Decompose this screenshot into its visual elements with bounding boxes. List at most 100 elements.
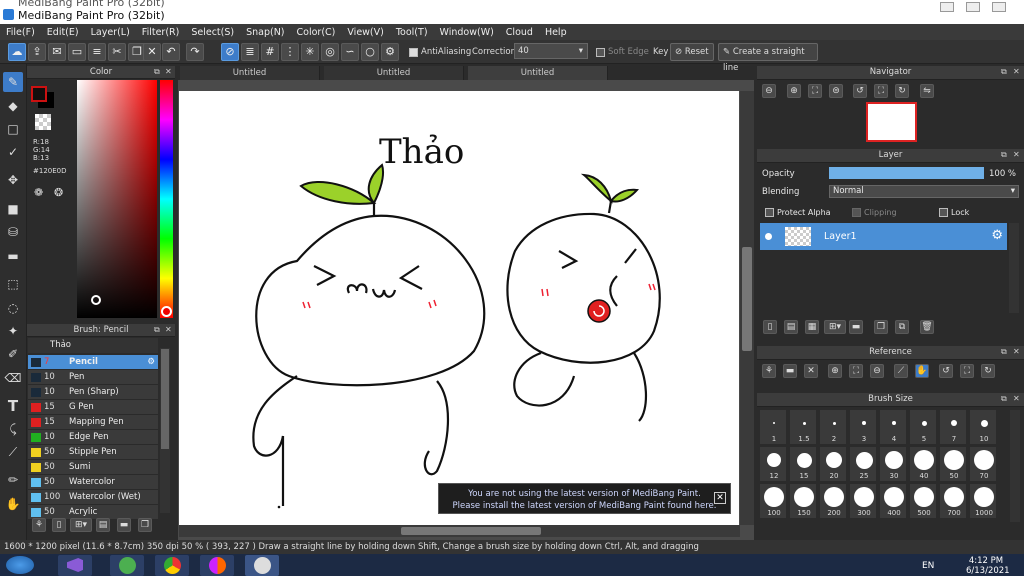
duplicate-icon[interactable]: ❐ (138, 518, 152, 532)
layer-scrollbar[interactable] (1009, 223, 1019, 313)
undock-icon[interactable]: ⧉ (1001, 347, 1007, 357)
brush-size-cell[interactable]: 1000 (969, 483, 997, 519)
list-icon[interactable]: ≡ (88, 43, 106, 61)
scroll-thumb[interactable] (401, 527, 541, 535)
language-indicator[interactable]: EN (922, 561, 934, 571)
brush-size-scrollbar[interactable] (1010, 410, 1020, 522)
gradient-tool-icon[interactable]: ▬ (3, 246, 23, 266)
reference-rotate-right-icon[interactable]: ↻ (981, 364, 995, 378)
gear-icon[interactable]: ⚙ (991, 228, 1003, 243)
select-eraser-icon[interactable]: ⌫ (3, 368, 23, 388)
brush-size-cell[interactable]: 3 (849, 409, 877, 445)
close-icon[interactable]: ✕ (1013, 150, 1020, 159)
comment-icon[interactable]: ✉ (48, 43, 66, 61)
undock-icon[interactable]: ⧉ (154, 325, 160, 335)
gear-icon[interactable]: ⚙ (147, 357, 155, 367)
correction-select[interactable]: 40 ▾ (514, 43, 588, 59)
brush-size-cell[interactable]: 30 (879, 446, 907, 482)
snap-curve-icon[interactable]: ∽ (341, 43, 359, 61)
menu-snap[interactable]: Snap(N) (240, 27, 290, 38)
minimize-button[interactable] (940, 2, 954, 12)
fullscreen-icon[interactable]: ⛶ (874, 84, 888, 98)
brush-size-cell[interactable]: 10 (969, 409, 997, 445)
menu-filter[interactable]: Filter(R) (136, 27, 186, 38)
antialiasing-checkbox[interactable] (409, 48, 418, 57)
snap-circle-icon[interactable]: ◎ (321, 43, 339, 61)
brush-item[interactable]: 10 Edge Pen (28, 430, 158, 445)
brush-size-cell[interactable]: 4 (879, 409, 907, 445)
brush-edit-icon[interactable]: ▤ (96, 518, 110, 532)
scroll-thumb[interactable] (161, 349, 169, 449)
new-brush-icon[interactable]: ▯ (52, 518, 66, 532)
fill-rect-tool-icon[interactable]: ■ (3, 199, 23, 219)
opacity-slider[interactable] (829, 167, 984, 179)
menu-help[interactable]: Help (539, 27, 573, 38)
brush-size-cell[interactable]: 12 (759, 446, 787, 482)
tab-untitled-3[interactable]: Untitled (468, 66, 608, 80)
brush-item[interactable]: 10 Pen (Sharp) (28, 385, 158, 400)
brush-size-cell[interactable]: 25 (849, 446, 877, 482)
bucket-tool-icon[interactable]: ⛁ (3, 222, 23, 242)
flip-icon[interactable]: ⇋ (920, 84, 934, 98)
scroll-thumb[interactable] (742, 247, 752, 351)
menu-color[interactable]: Color(C) (291, 27, 342, 38)
brush-size-cell[interactable]: 50 (939, 446, 967, 482)
menu-edit[interactable]: Edit(E) (41, 27, 85, 38)
menu-file[interactable]: File(F) (0, 27, 41, 38)
new-halftone-layer-icon[interactable]: ▤ (784, 320, 798, 334)
brush-scrollbar[interactable] (160, 348, 170, 513)
undock-icon[interactable]: ⧉ (1001, 394, 1007, 404)
brush-size-cell[interactable]: 400 (879, 483, 907, 519)
canvas-vscroll[interactable] (740, 91, 754, 525)
reference-close-icon[interactable]: ✕ (804, 364, 818, 378)
edit-tool-icon[interactable]: ✏ (3, 470, 23, 490)
snap-off-icon[interactable]: ⊘ (221, 43, 239, 61)
brush-size-cell[interactable]: 1 (759, 409, 787, 445)
close-icon[interactable]: ✕ (165, 325, 172, 334)
canvas-hscroll[interactable] (179, 525, 740, 537)
medibang-taskbar-icon[interactable] (245, 555, 279, 576)
snap-ellipse-icon[interactable]: ○ (361, 43, 379, 61)
reference-zoom-out-icon[interactable]: ⊖ (870, 364, 884, 378)
brush-item[interactable]: 15 G Pen (28, 400, 158, 415)
layer-row[interactable]: Layer1 ⚙ (760, 223, 1007, 250)
merge-layer-icon[interactable]: ⧉ (895, 320, 909, 334)
brush-size-cell[interactable]: 5 (909, 409, 937, 445)
zoom-out-icon[interactable]: ⊖ (762, 84, 776, 98)
palette-icon[interactable]: ❁ (34, 186, 50, 202)
drawing-canvas[interactable]: Thảo (179, 91, 739, 525)
chat-icon[interactable]: ▭ (68, 43, 86, 61)
menu-view[interactable]: View(V) (341, 27, 389, 38)
reference-fullscreen-icon[interactable]: ⛶ (960, 364, 974, 378)
reference-hand-icon[interactable]: ✋ (915, 364, 929, 378)
snap-parallel-icon[interactable]: ≣ (241, 43, 259, 61)
brush-size-cell[interactable]: 7 (939, 409, 967, 445)
zoom-reset-icon[interactable]: ⊜ (829, 84, 843, 98)
close-icon[interactable]: ✕ (1013, 67, 1020, 76)
dot-tool-icon[interactable]: ✓ (3, 142, 23, 162)
saturation-value-picker[interactable] (77, 80, 157, 318)
brush-menu-icon[interactable]: ⊞▾ (70, 518, 92, 532)
brush-item[interactable]: 50 Watercolor (28, 475, 158, 490)
visibility-icon[interactable] (765, 233, 772, 240)
update-notice[interactable]: You are not using the latest version of … (438, 483, 731, 514)
select-lasso-icon[interactable]: ◌ (3, 298, 23, 318)
delete-layer-icon[interactable]: 🗑 (920, 320, 934, 334)
rotate-right-icon[interactable]: ↻ (895, 84, 909, 98)
visual-studio-icon[interactable] (58, 555, 92, 576)
primary-color-swatch[interactable] (31, 86, 47, 102)
rotate-left-icon[interactable]: ↺ (853, 84, 867, 98)
tab-untitled-2[interactable]: Untitled (324, 66, 464, 80)
snap-vanish-icon[interactable]: ⋮ (281, 43, 299, 61)
blending-select[interactable]: Normal ▾ (829, 185, 1019, 198)
transparent-swatch[interactable] (35, 114, 51, 130)
start-button[interactable] (6, 556, 34, 574)
fit-icon[interactable]: ⛶ (808, 84, 822, 98)
undock-icon[interactable]: ⧉ (1001, 150, 1007, 160)
brush-add-icon[interactable]: ⚘ (32, 518, 46, 532)
reference-zoom-in-icon[interactable]: ⊕ (828, 364, 842, 378)
maximize-button[interactable] (966, 2, 980, 12)
lock-checkbox[interactable] (939, 208, 948, 217)
chrome-icon[interactable] (155, 555, 189, 576)
undock-icon[interactable]: ⧉ (1001, 67, 1007, 77)
